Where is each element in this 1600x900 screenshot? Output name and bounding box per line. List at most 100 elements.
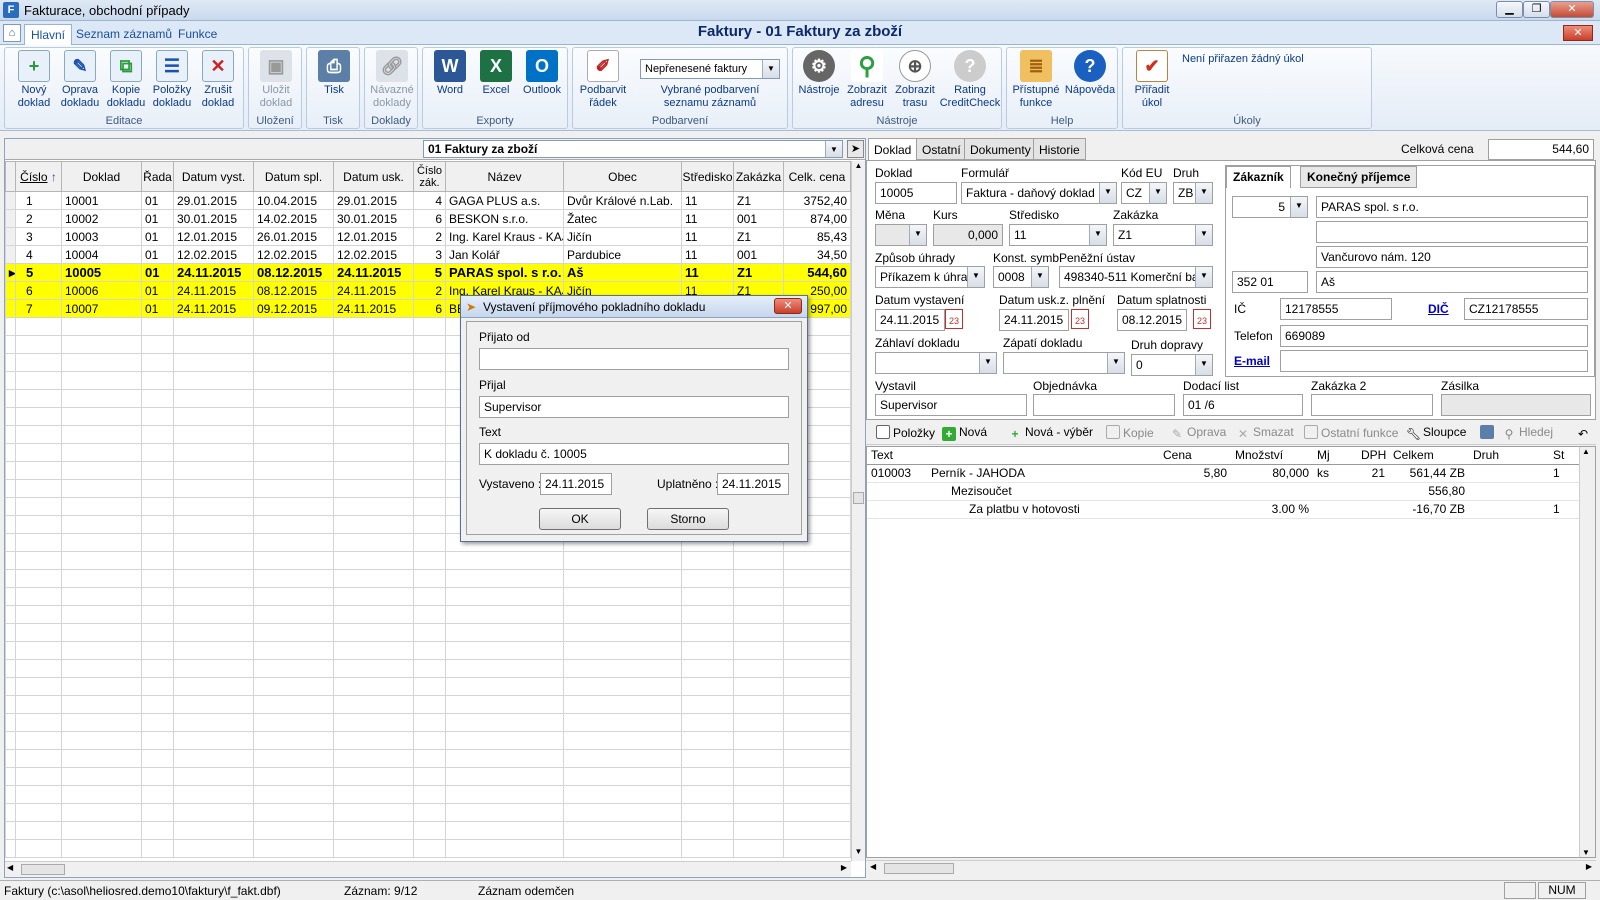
tab-seznam-zaznamu[interactable]: Seznam záznamů	[70, 24, 178, 45]
scroll-thumb[interactable]	[21, 864, 65, 875]
formular-select[interactable]: Faktura - daňový doklad ▼	[961, 182, 1117, 204]
row-selector[interactable]	[5, 245, 16, 264]
customer-name-input[interactable]: PARAS spol. s r.o.	[1316, 196, 1588, 218]
applied-date-input[interactable]: 24.11.2015	[717, 473, 789, 495]
uhrada-select[interactable]: Příkazem k úhradě ▼	[875, 266, 985, 288]
scroll-thumb[interactable]	[853, 492, 864, 504]
dic-link[interactable]: DIČ	[1428, 302, 1449, 316]
column-header[interactable]: Celk. cena	[783, 161, 851, 192]
print-items-button[interactable]	[1480, 425, 1497, 440]
column-header[interactable]: Číslo ↑	[15, 161, 62, 192]
email-input[interactable]	[1280, 350, 1588, 372]
column-header[interactable]: Doklad	[61, 161, 142, 192]
export-excel-button[interactable]: X Excel	[473, 50, 519, 97]
columns-button[interactable]: 🔧︎ Sloupce	[1406, 425, 1466, 441]
kod-eu-select[interactable]: CZ ▼	[1121, 182, 1167, 204]
copy-item-button[interactable]: Kopie	[1106, 425, 1154, 440]
column-header[interactable]: Datum spl.	[253, 161, 334, 192]
accessible-functions-button[interactable]: ≣ Přístupné funkce	[1009, 50, 1063, 110]
column-header[interactable]: Řada	[141, 161, 174, 192]
druh-dopravy-select[interactable]: 0 ▼	[1131, 354, 1213, 376]
ok-button[interactable]: OK	[539, 508, 621, 530]
table-row[interactable]: ▸ 5 10005 01 24.11.2015 08.12.2015 24.11.2015 5…	[5, 263, 851, 282]
table-row[interactable]: 2 10002 01 30.01.2015 14.02.2015 30.01.2015 6 B…	[5, 209, 851, 228]
cancel-document-button[interactable]: ✕ Zrušit doklad	[195, 50, 241, 110]
edit-item-button[interactable]: ✎ Oprava	[1170, 425, 1226, 441]
calendar-icon[interactable]: 23	[1193, 309, 1211, 329]
column-header[interactable]: Datum vyst.	[173, 161, 254, 192]
new-item-select-button[interactable]: + Nová - výběr	[1008, 425, 1093, 441]
column-header[interactable]: Druh	[1469, 447, 1550, 465]
objednavka-input[interactable]	[1033, 394, 1175, 416]
go-arrow-button[interactable]: ➤	[847, 140, 864, 158]
items-vertical-scrollbar[interactable]: ▲ ▼	[1579, 447, 1595, 857]
tab-historie[interactable]: Historie	[1033, 138, 1086, 160]
tab-doklad[interactable]: Doklad	[868, 138, 918, 161]
kurs-input[interactable]: 0,000	[933, 224, 1003, 246]
print-button[interactable]: ⎙ Tisk	[311, 50, 357, 97]
customer-line2-input[interactable]	[1316, 221, 1588, 243]
telefon-input[interactable]: 669089	[1280, 325, 1588, 347]
new-item-button[interactable]: + Nová	[942, 425, 987, 441]
dialog-close-button[interactable]: ✕	[774, 298, 802, 314]
row-selector[interactable]	[5, 299, 16, 318]
document-series-select[interactable]: 01 Faktury za zboží ▼	[423, 140, 843, 158]
text-input[interactable]: K dokladu č. 10005	[479, 443, 789, 465]
customer-street-input[interactable]: Vančurovo nám. 120	[1316, 246, 1588, 268]
items-horizontal-scrollbar[interactable]: ◀ ▶	[866, 860, 1596, 876]
export-word-button[interactable]: W Word	[427, 50, 473, 97]
close-document-button[interactable]: ✕	[1563, 25, 1593, 41]
rating-creditcheck-button[interactable]: ? Rating CreditCheck	[939, 50, 1001, 110]
tab-dokumenty[interactable]: Dokumenty	[964, 138, 1037, 160]
table-row[interactable]: 3 10003 01 12.01.2015 26.01.2015 12.01.2015 2 I…	[5, 227, 851, 246]
column-header[interactable]: Množství	[1231, 447, 1314, 465]
zasilka-input[interactable]	[1441, 394, 1591, 416]
zahlavi-select[interactable]: ▼	[875, 352, 997, 374]
restore-button[interactable]: ❐	[1523, 1, 1550, 18]
undo-button[interactable]: ↶	[1576, 425, 1593, 441]
stredisko-select[interactable]: 11 ▼	[1009, 224, 1107, 246]
assign-task-button[interactable]: ✔ Přiřadit úkol	[1127, 50, 1177, 110]
current-row-marker-icon[interactable]: ▸	[5, 263, 16, 282]
table-row[interactable]: 4 10004 01 12.02.2015 12.02.2015 12.02.2015 3 J…	[5, 245, 851, 264]
close-window-button[interactable]: ✕	[1550, 1, 1594, 18]
row-selector[interactable]	[5, 209, 16, 228]
tools-button[interactable]: ⚙ Nástroje	[795, 50, 843, 97]
new-document-button[interactable]: + Nový doklad	[11, 50, 57, 110]
ic-input[interactable]: 12178555	[1280, 298, 1392, 320]
column-header[interactable]: Celkem	[1389, 447, 1470, 465]
table-row[interactable]: 1 10001 01 29.01.2015 10.04.2015 29.01.2015 4 G…	[5, 191, 851, 210]
list-item[interactable]: Mezisoučet 556,80	[867, 482, 1580, 501]
other-functions-button[interactable]: Ostatní funkce	[1304, 425, 1398, 440]
dic-input[interactable]: CZ12178555	[1464, 298, 1588, 320]
druh-select[interactable]: ZB ▼	[1173, 182, 1213, 204]
doklad-input[interactable]: 10005	[875, 182, 957, 204]
show-route-button[interactable]: ⊕ Zobrazit trasu	[891, 50, 939, 110]
calendar-icon[interactable]: 23	[945, 309, 963, 329]
delete-item-button[interactable]: ✕ Smazat	[1236, 425, 1294, 441]
column-header[interactable]: Obec	[563, 161, 682, 192]
list-horizontal-scrollbar[interactable]: ◀ ▶	[5, 861, 851, 877]
document-items-button[interactable]: ☰ Položky dokladu	[149, 50, 195, 110]
color-row-button[interactable]: ✐ Podbarvit řádek	[577, 50, 629, 110]
export-outlook-button[interactable]: O Outlook	[519, 50, 565, 97]
tab-hlavni[interactable]: Hlavní	[24, 24, 73, 45]
app-menu-button[interactable]: ⌂	[3, 24, 21, 42]
dodaci-list-input[interactable]: 01 /6	[1183, 394, 1303, 416]
ks-select[interactable]: 0008 ▼	[993, 266, 1049, 288]
datum-vystaveni-input[interactable]: 24.11.2015	[875, 309, 945, 331]
row-selector[interactable]	[5, 191, 16, 210]
column-header[interactable]: Číslo zák.	[413, 161, 446, 192]
zapati-select[interactable]: ▼	[1003, 352, 1125, 374]
received-from-input[interactable]	[479, 348, 789, 370]
customer-psc-input[interactable]: 352 01	[1232, 271, 1308, 293]
column-header[interactable]: Datum usk.	[333, 161, 414, 192]
save-document-button[interactable]: ▣ Uložit doklad	[253, 50, 299, 110]
row-selector[interactable]	[5, 227, 16, 246]
datum-splatnosti-input[interactable]: 08.12.2015	[1117, 309, 1187, 331]
items-button[interactable]: Položky	[876, 425, 935, 440]
customer-city-input[interactable]: Aš	[1316, 271, 1588, 293]
column-header[interactable]: Název	[445, 161, 564, 192]
datum-usk-input[interactable]: 24.11.2015	[999, 309, 1069, 331]
row-selector[interactable]	[5, 281, 16, 300]
